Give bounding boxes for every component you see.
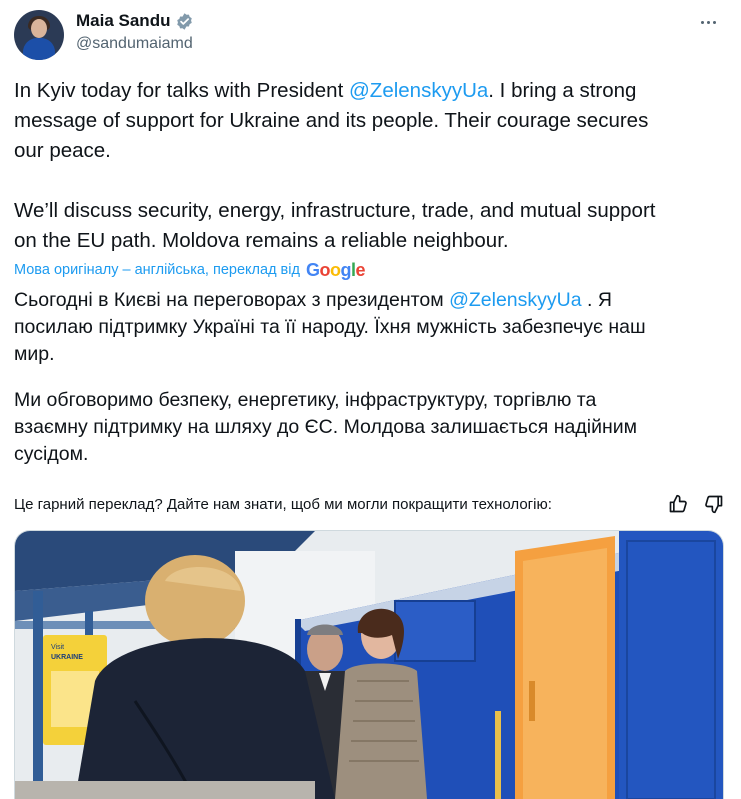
translation-text: Ми обговоримо безпеку, енергетику, інфра…: [14, 389, 597, 411]
avatar[interactable]: [14, 10, 64, 60]
translation-text: посилаю підтримку Україні та її народу. …: [14, 316, 646, 338]
tweet-text: message of support for Ukraine and its p…: [14, 109, 649, 132]
tweet-text: We’ll discuss security, energy, infrastr…: [14, 199, 656, 222]
translation-paragraph-1: Сьогодні в Києві на переговорах з презид…: [14, 287, 726, 368]
translation-text: взаємну підтримку на шляху до ЄС. Молдов…: [14, 416, 638, 438]
sign-small-text: Visit: [51, 644, 64, 651]
sign-big-text: UKRAINE: [51, 654, 83, 661]
translation-note[interactable]: Мова оригіналу – англійська, переклад ві…: [14, 260, 365, 280]
translation-text: . Я: [581, 289, 612, 311]
translation-text: сусідом.: [14, 443, 89, 465]
tweet-text: In Kyiv today for talks with President: [14, 79, 349, 102]
translation-note-text: Мова оригіналу – англійська, переклад ві…: [14, 262, 300, 278]
tweet-text: on the EU path. Moldova remains a reliab…: [14, 229, 509, 252]
more-options-icon[interactable]: [697, 12, 719, 32]
author-handle[interactable]: @sandumaiamd: [76, 35, 193, 53]
verified-badge-icon: [175, 12, 194, 31]
author-name-row: Maia Sandu: [76, 10, 194, 32]
photo-scene: Visit UKRAINE: [15, 531, 723, 799]
feedback-question: Це гарний переклад? Дайте нам знати, щоб…: [14, 495, 552, 513]
mention-link[interactable]: @ZelenskyyUa: [449, 289, 582, 311]
tweet-text: . I bring a strong: [488, 79, 637, 102]
translation-text: Сьогодні в Києві на переговорах з презид…: [14, 289, 450, 311]
tweet-paragraph-2: We’ll discuss security, energy, infrastr…: [14, 196, 726, 256]
tweet-paragraph-1: In Kyiv today for talks with President @…: [14, 76, 726, 166]
translation-paragraph-2: Ми обговоримо безпеку, енергетику, інфра…: [14, 387, 726, 468]
mention-link[interactable]: @ZelenskyyUa: [349, 79, 488, 102]
tweet-header: Maia Sandu @sandumaiamd: [14, 8, 727, 64]
tweet-photo[interactable]: Visit UKRAINE: [14, 530, 724, 799]
translation-feedback: Це гарний переклад? Дайте нам знати, щоб…: [14, 492, 726, 516]
translation-text: мир.: [14, 343, 55, 365]
google-logo: Google: [305, 259, 366, 280]
thumbs-down-icon[interactable]: [702, 492, 726, 516]
thumbs-up-icon[interactable]: [666, 492, 690, 516]
tweet-text: our peace.: [14, 139, 111, 162]
author-name[interactable]: Maia Sandu: [76, 11, 170, 31]
